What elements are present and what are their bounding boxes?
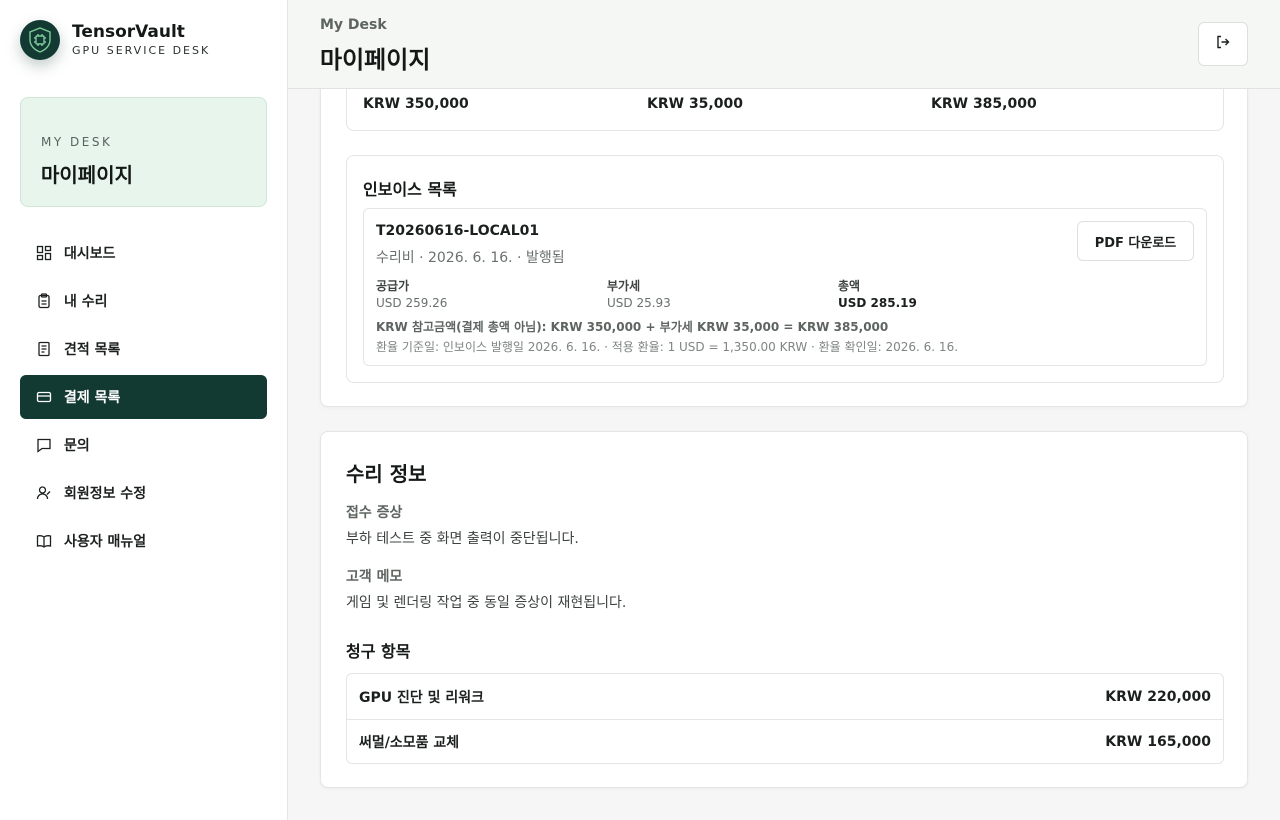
exchange-rate-note: 환율 기준일: 인보이스 발행일 2026. 6. 16. · 적용 환율: 1… <box>376 340 959 354</box>
page-title: 마이페이지 <box>320 46 431 74</box>
payment-card: KRW 350,000 KRW 35,000 KRW 385,000 인보이스 … <box>320 40 1248 407</box>
sidebar-item-label: 회원정보 수정 <box>64 486 147 502</box>
summary-supply-value: KRW 350,000 <box>363 96 469 112</box>
sidebar: TensorVault GPU SERVICE DESK MY DESK 마이페… <box>0 0 288 820</box>
billing-item-amount: KRW 220,000 <box>1105 688 1211 705</box>
sidebar-item-edit-profile[interactable]: 회원정보 수정 <box>20 471 267 515</box>
invoice-vat-value: USD 25.93 <box>607 296 671 310</box>
summary-vat-value: KRW 35,000 <box>647 96 743 112</box>
symptom-value: 부하 테스트 중 화면 출력이 중단됩니다. <box>346 531 579 547</box>
sidebar-item-label: 견적 목록 <box>64 342 121 358</box>
invoice-list: 인보이스 목록 T20260616-LOCAL01 수리비 · 2026. 6.… <box>346 155 1224 383</box>
sidebar-nav: 대시보드 내 수리 견적 목록 결제 목록 문의 회원정보 수정 사용자 매뉴얼 <box>20 231 267 567</box>
book-icon <box>36 533 52 549</box>
symptom-label: 접수 증상 <box>346 505 403 521</box>
sidebar-item-my-repairs[interactable]: 내 수리 <box>20 279 267 323</box>
sidebar-item-inquiries[interactable]: 문의 <box>20 423 267 467</box>
dashboard-icon <box>36 245 52 261</box>
clipboard-icon <box>36 293 52 309</box>
invoice-vat-label: 부가세 <box>607 279 641 293</box>
brand-name: TensorVault <box>72 22 185 42</box>
pdf-download-button[interactable]: PDF 다운로드 <box>1077 221 1194 261</box>
table-row: GPU 진단 및 리워크 KRW 220,000 <box>347 674 1223 719</box>
brand-subtitle: GPU SERVICE DESK <box>72 44 211 57</box>
my-desk-card: MY DESK 마이페이지 <box>20 97 267 207</box>
invoice-item: T20260616-LOCAL01 수리비 · 2026. 6. 16. · 발… <box>363 208 1207 366</box>
sidebar-item-label: 대시보드 <box>64 246 116 262</box>
billing-item-name: 써멀/소모품 교체 <box>359 735 460 751</box>
sidebar-item-label: 내 수리 <box>64 294 108 310</box>
shield-chip-logo-icon <box>20 20 60 60</box>
invoice-meta: 수리비 · 2026. 6. 16. · 발행됨 <box>376 250 565 266</box>
sidebar-item-dashboard[interactable]: 대시보드 <box>20 231 267 275</box>
repair-info-card: 수리 정보 접수 증상 부하 테스트 중 화면 출력이 중단됩니다. 고객 메모… <box>320 431 1248 788</box>
invoice-id: T20260616-LOCAL01 <box>376 223 540 239</box>
sidebar-item-payments[interactable]: 결제 목록 <box>20 375 267 419</box>
billing-item-amount: KRW 165,000 <box>1105 734 1211 750</box>
invoice-supply-value: USD 259.26 <box>376 296 448 310</box>
sidebar-item-user-manual[interactable]: 사용자 매뉴얼 <box>20 519 267 563</box>
sidebar-item-quotes[interactable]: 견적 목록 <box>20 327 267 371</box>
invoice-total-label: 총액 <box>838 279 861 293</box>
krw-reference: KRW 참고금액(결제 총액 아님): KRW 350,000 + 부가세 KR… <box>376 320 889 334</box>
desk-title: 마이페이지 <box>41 163 133 187</box>
page-header: My Desk 마이페이지 <box>288 0 1280 89</box>
logout-icon <box>1215 34 1231 54</box>
header-eyebrow: My Desk <box>320 17 387 33</box>
logout-button[interactable] <box>1198 22 1248 66</box>
memo-label: 고객 메모 <box>346 569 403 585</box>
document-icon <box>36 341 52 357</box>
memo-value: 게임 및 렌더링 작업 중 동일 증상이 재현됩니다. <box>346 595 627 611</box>
billing-item-name: GPU 진단 및 리워크 <box>359 689 485 706</box>
sidebar-item-label: 결제 목록 <box>64 390 121 406</box>
desk-eyebrow: MY DESK <box>41 135 113 149</box>
billing-table: GPU 진단 및 리워크 KRW 220,000 써멀/소모품 교체 KRW 1… <box>346 673 1224 764</box>
sidebar-item-label: 문의 <box>64 438 90 454</box>
repair-info-title: 수리 정보 <box>346 462 427 486</box>
chat-icon <box>36 437 52 453</box>
brand[interactable]: TensorVault GPU SERVICE DESK <box>20 20 210 60</box>
summary-total-value: KRW 385,000 <box>931 96 1037 112</box>
sidebar-item-label: 사용자 매뉴얼 <box>64 534 147 550</box>
invoice-total-value: USD 285.19 <box>838 296 917 310</box>
invoice-list-heading: 인보이스 목록 <box>363 180 457 199</box>
table-row: 써멀/소모품 교체 KRW 165,000 <box>347 719 1223 763</box>
billing-heading: 청구 항목 <box>346 642 411 661</box>
invoice-supply-label: 공급가 <box>376 279 410 293</box>
credit-card-icon <box>36 389 52 405</box>
user-edit-icon <box>36 485 52 501</box>
